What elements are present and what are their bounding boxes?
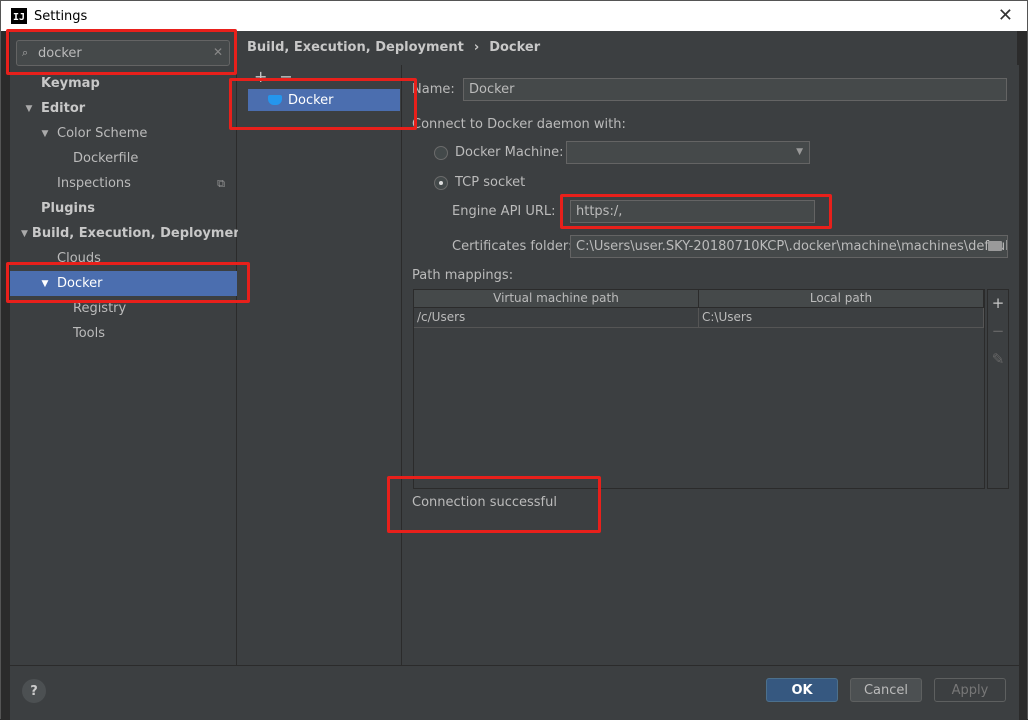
connection-status: Connection successful — [412, 495, 557, 510]
tree-item-keymap[interactable]: Keymap — [10, 71, 237, 96]
connect-label: Connect to Docker daemon with: — [412, 117, 626, 132]
title-bar: IJ Settings ✕ — [1, 1, 1027, 31]
table-row[interactable]: /c/Users C:\Users — [414, 308, 984, 328]
tree-item-editor[interactable]: ▼ Editor — [10, 96, 237, 121]
engine-api-url-field[interactable]: https:/, — [570, 200, 815, 223]
docker-whale-icon — [268, 95, 282, 105]
tree-item-dockerfile[interactable]: Dockerfile — [10, 146, 237, 171]
cancel-button[interactable]: Cancel — [850, 678, 922, 702]
docker-settings-form: Name: Docker Connect to Docker daemon wi… — [403, 65, 1019, 665]
clear-icon[interactable]: ✕ — [213, 45, 223, 59]
project-scope-icon: ⧉ — [217, 176, 225, 190]
window-title: Settings — [34, 8, 88, 24]
tree-item-plugins[interactable]: Plugins — [10, 196, 237, 221]
table-toolbar: + − ✎ — [987, 289, 1009, 489]
path-mappings-label: Path mappings: — [412, 268, 514, 283]
apply-button[interactable]: Apply — [934, 678, 1006, 702]
engine-api-label: Engine API URL: — [452, 204, 556, 219]
add-row-icon[interactable]: + — [992, 294, 1005, 312]
expand-arrow-icon[interactable]: ▼ — [21, 104, 37, 114]
breadcrumb-current: Docker — [489, 40, 541, 55]
tree-item-inspections[interactable]: Inspections ⧉ — [10, 171, 237, 196]
table-header: Virtual machine path Local path — [414, 290, 984, 308]
column-header-local-path[interactable]: Local path — [699, 290, 984, 307]
tree-item-registry[interactable]: Registry — [10, 296, 237, 321]
folder-icon[interactable] — [988, 241, 1002, 251]
remove-icon[interactable]: − — [279, 67, 292, 86]
tree-item-clouds[interactable]: Clouds — [10, 246, 237, 271]
background-editor-left — [1, 31, 10, 720]
certificates-folder-field[interactable]: C:\Users\user.SKY-20180710KCP\.docker\ma… — [570, 235, 1008, 258]
breadcrumb-parent[interactable]: Build, Execution, Deployment — [247, 40, 464, 55]
tree-item-build[interactable]: ▼ Build, Execution, Deployment — [10, 221, 249, 246]
expand-arrow-icon[interactable]: ▼ — [37, 129, 53, 139]
tcp-socket-radio[interactable] — [434, 176, 448, 190]
tcp-socket-label: TCP socket — [455, 175, 526, 190]
search-icon: ⌕ — [22, 46, 29, 59]
close-icon[interactable]: ✕ — [998, 5, 1013, 26]
add-icon[interactable]: + — [254, 67, 267, 86]
remove-row-icon[interactable]: − — [992, 322, 1005, 340]
docker-machine-label: Docker Machine: — [455, 145, 564, 160]
docker-config-item[interactable]: Docker — [248, 89, 400, 111]
config-toolbar: + − — [254, 67, 293, 86]
column-header-vm-path[interactable]: Virtual machine path — [414, 290, 699, 307]
expand-arrow-icon[interactable]: ▼ — [21, 229, 28, 239]
settings-dialog: IJ Settings ✕ ⌕ ✕ Keymap ▼Editor ▼Color … — [0, 0, 1028, 720]
settings-tree: Keymap ▼ Editor ▼ Color Scheme Dockerfile … — [10, 71, 249, 346]
chevron-down-icon: ▼ — [796, 147, 803, 157]
breadcrumb: Build, Execution, Deployment › Docker — [247, 40, 540, 55]
cell-vm-path[interactable]: /c/Users — [414, 308, 699, 327]
tree-item-tools[interactable]: Tools — [10, 321, 237, 346]
edit-pencil-icon[interactable]: ✎ — [992, 350, 1005, 368]
settings-search[interactable]: ⌕ ✕ — [16, 40, 230, 66]
breadcrumb-separator: › — [473, 40, 480, 55]
docker-machine-radio[interactable] — [434, 146, 448, 160]
certificates-label: Certificates folder: — [452, 239, 573, 254]
ok-button[interactable]: OK — [766, 678, 838, 702]
tree-item-color-scheme[interactable]: ▼ Color Scheme — [10, 121, 237, 146]
search-input[interactable] — [38, 45, 198, 61]
path-mappings-table: Virtual machine path Local path /c/Users… — [413, 289, 985, 489]
tree-item-docker[interactable]: ▼ Docker — [10, 271, 237, 296]
expand-arrow-icon[interactable]: ▼ — [37, 279, 53, 289]
settings-tree-pane: ⌕ ✕ Keymap ▼Editor ▼Color Scheme Dockerf… — [10, 31, 249, 665]
cell-local-path[interactable]: C:\Users — [699, 308, 984, 327]
dialog-footer: ? OK Cancel Apply — [10, 665, 1019, 720]
docker-config-list: + − Docker — [238, 65, 402, 665]
help-button[interactable]: ? — [22, 679, 46, 703]
name-field[interactable]: Docker — [463, 78, 1007, 101]
docker-machine-select[interactable]: ▼ — [566, 141, 810, 164]
name-label: Name: — [412, 82, 455, 97]
intellij-icon: IJ — [11, 8, 27, 24]
